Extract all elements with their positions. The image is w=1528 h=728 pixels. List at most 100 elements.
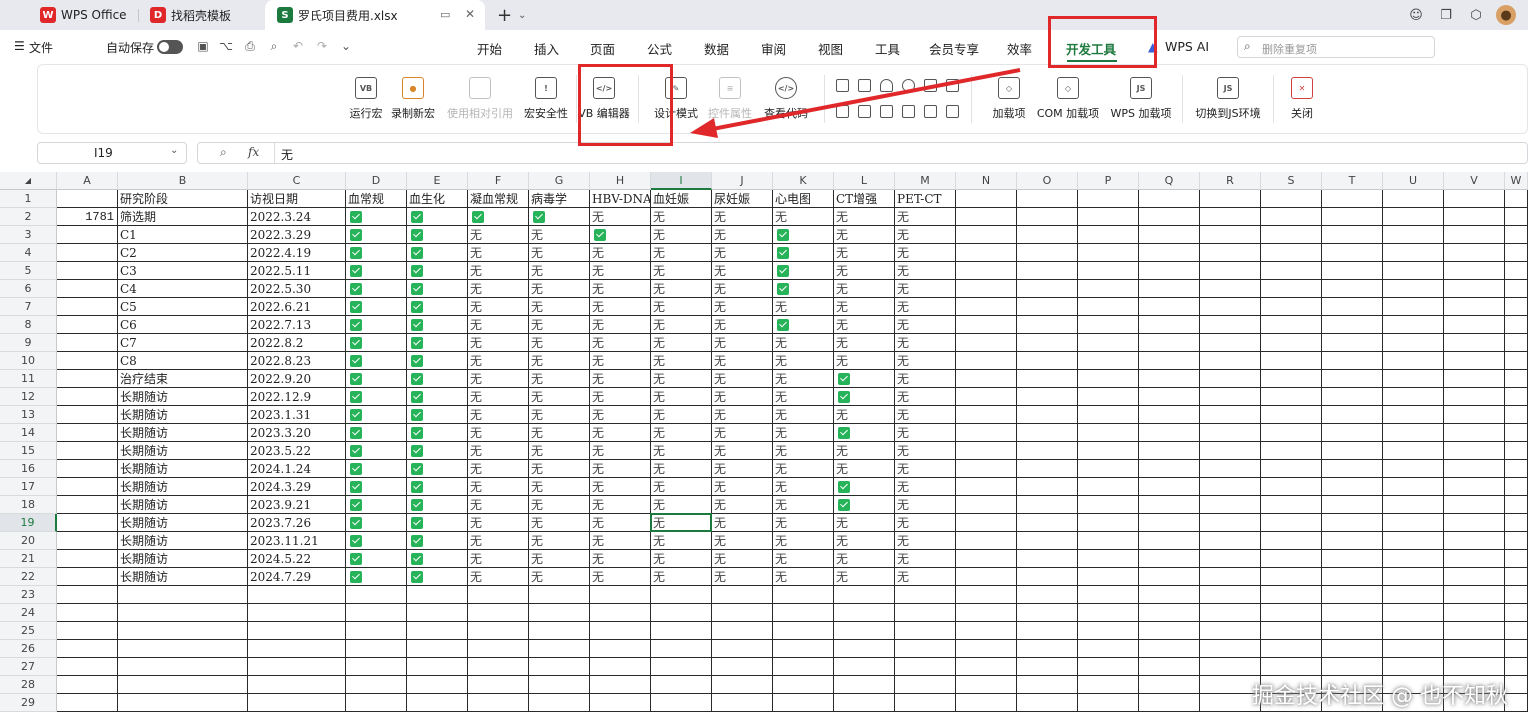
cell-k28[interactable]: [773, 676, 834, 694]
cell-b8[interactable]: C6: [118, 316, 248, 334]
cell-l1[interactable]: CT增强: [834, 190, 895, 208]
cell-p24[interactable]: [1078, 604, 1139, 622]
cell-e15[interactable]: [407, 442, 468, 460]
tab-spreadsheet[interactable]: S 罗氏项目费用.xlsx ▭ ✕: [265, 0, 485, 30]
cell-v8[interactable]: [1444, 316, 1505, 334]
cell-n16[interactable]: [956, 460, 1017, 478]
cell-r17[interactable]: [1200, 478, 1261, 496]
cell-d29[interactable]: [346, 694, 407, 712]
cell-i27[interactable]: [651, 658, 712, 676]
cell-h20[interactable]: 无: [590, 532, 651, 550]
cell-e11[interactable]: [407, 370, 468, 388]
cell-a20[interactable]: [57, 532, 118, 550]
cell-k10[interactable]: 无: [773, 352, 834, 370]
cell-h25[interactable]: [590, 622, 651, 640]
cell-r1[interactable]: [1200, 190, 1261, 208]
cell-t8[interactable]: [1322, 316, 1383, 334]
cell-t20[interactable]: [1322, 532, 1383, 550]
cell-f9[interactable]: 无: [468, 334, 529, 352]
cell-b16[interactable]: 长期随访: [118, 460, 248, 478]
cell-s11[interactable]: [1261, 370, 1322, 388]
cell-d17[interactable]: [346, 478, 407, 496]
cell-o5[interactable]: [1017, 262, 1078, 280]
cell-q8[interactable]: [1139, 316, 1200, 334]
cell-w29[interactable]: [1505, 694, 1528, 712]
checkbox-control-icon[interactable]: [836, 79, 849, 92]
cell-i5[interactable]: 无: [651, 262, 712, 280]
cell-m19[interactable]: 无: [895, 514, 956, 532]
cell-b21[interactable]: 长期随访: [118, 550, 248, 568]
cell-l23[interactable]: [834, 586, 895, 604]
cell-c9[interactable]: 2022.8.2: [248, 334, 346, 352]
radio-control-icon[interactable]: [902, 79, 915, 92]
cell-f5[interactable]: 无: [468, 262, 529, 280]
cell-u24[interactable]: [1383, 604, 1444, 622]
column-header-b[interactable]: B: [118, 172, 248, 190]
cell-s19[interactable]: [1261, 514, 1322, 532]
cell-o19[interactable]: [1017, 514, 1078, 532]
cell-q6[interactable]: [1139, 280, 1200, 298]
cell-h18[interactable]: 无: [590, 496, 651, 514]
cell-j5[interactable]: 无: [712, 262, 773, 280]
row-header-4[interactable]: 4: [0, 244, 57, 262]
cell-g26[interactable]: [529, 640, 590, 658]
cell-k23[interactable]: [773, 586, 834, 604]
cell-r25[interactable]: [1200, 622, 1261, 640]
cell-f23[interactable]: [468, 586, 529, 604]
combo-control-icon[interactable]: [836, 105, 849, 118]
cell-f3[interactable]: 无: [468, 226, 529, 244]
row-header-25[interactable]: 25: [0, 622, 57, 640]
cell-i9[interactable]: 无: [651, 334, 712, 352]
cell-b17[interactable]: 长期随访: [118, 478, 248, 496]
cell-n25[interactable]: [956, 622, 1017, 640]
cell-f25[interactable]: [468, 622, 529, 640]
cell-h29[interactable]: [590, 694, 651, 712]
cell-a2[interactable]: 1781: [57, 208, 118, 226]
cell-g14[interactable]: 无: [529, 424, 590, 442]
cell-r5[interactable]: [1200, 262, 1261, 280]
cell-w15[interactable]: [1505, 442, 1528, 460]
cell-s9[interactable]: [1261, 334, 1322, 352]
tab-page[interactable]: 页面: [590, 39, 615, 58]
cell-k21[interactable]: 无: [773, 550, 834, 568]
cell-t26[interactable]: [1322, 640, 1383, 658]
cell-f4[interactable]: 无: [468, 244, 529, 262]
cell-k26[interactable]: [773, 640, 834, 658]
cell-l18[interactable]: [834, 496, 895, 514]
cell-u7[interactable]: [1383, 298, 1444, 316]
cell-o21[interactable]: [1017, 550, 1078, 568]
row-header-19[interactable]: 19: [0, 514, 57, 532]
cell-c24[interactable]: [248, 604, 346, 622]
cell-g2[interactable]: [529, 208, 590, 226]
cell-d16[interactable]: [346, 460, 407, 478]
cell-s22[interactable]: [1261, 568, 1322, 586]
cell-d20[interactable]: [346, 532, 407, 550]
cell-i24[interactable]: [651, 604, 712, 622]
cell-s16[interactable]: [1261, 460, 1322, 478]
macro-security-button[interactable]: ! 宏安全性: [514, 77, 578, 121]
search-input[interactable]: ⌕ 删除重复项: [1237, 36, 1435, 58]
cell-s27[interactable]: [1261, 658, 1322, 676]
cell-b18[interactable]: 长期随访: [118, 496, 248, 514]
cell-p9[interactable]: [1078, 334, 1139, 352]
cell-r8[interactable]: [1200, 316, 1261, 334]
cell-a17[interactable]: [57, 478, 118, 496]
cell-v21[interactable]: [1444, 550, 1505, 568]
cell-h16[interactable]: 无: [590, 460, 651, 478]
cell-p3[interactable]: [1078, 226, 1139, 244]
cell-n5[interactable]: [956, 262, 1017, 280]
cell-d12[interactable]: [346, 388, 407, 406]
cell-s13[interactable]: [1261, 406, 1322, 424]
cell-c22[interactable]: 2024.7.29: [248, 568, 346, 586]
cell-v16[interactable]: [1444, 460, 1505, 478]
cell-h12[interactable]: 无: [590, 388, 651, 406]
cell-l24[interactable]: [834, 604, 895, 622]
cell-t14[interactable]: [1322, 424, 1383, 442]
cell-q3[interactable]: [1139, 226, 1200, 244]
cell-d4[interactable]: [346, 244, 407, 262]
tab-formula[interactable]: 公式: [647, 39, 672, 58]
cell-c27[interactable]: [248, 658, 346, 676]
cell-q28[interactable]: [1139, 676, 1200, 694]
cell-j7[interactable]: 无: [712, 298, 773, 316]
cell-q21[interactable]: [1139, 550, 1200, 568]
